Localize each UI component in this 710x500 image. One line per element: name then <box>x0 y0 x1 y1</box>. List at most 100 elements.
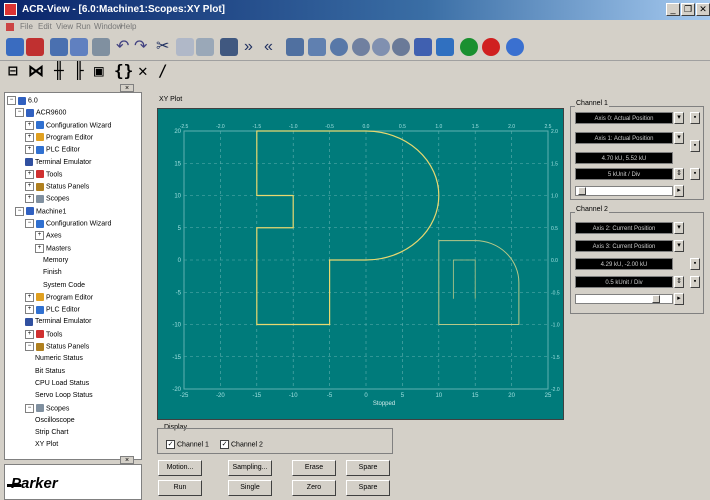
bottom-panel-close-button[interactable]: × <box>120 456 134 464</box>
expand-icon[interactable]: + <box>25 169 34 179</box>
menu-help[interactable]: Help <box>120 22 136 31</box>
channel1-x-toggle[interactable]: ▪ <box>690 112 700 124</box>
channel1-slider-thumb[interactable] <box>578 187 586 195</box>
xy-plot[interactable]: -25 -20 -15 -10 -5 0 5 10 15 20 25 -2.5 -2.0 -1.5 -1.0… <box>157 108 564 420</box>
rewind-icon[interactable]: « <box>264 38 282 56</box>
upload-icon[interactable] <box>308 38 326 56</box>
channel1-scale-toggle[interactable]: ▪ <box>690 168 700 180</box>
tree-item[interactable]: + Program Editor <box>25 292 93 303</box>
channel2-offset-slider[interactable] <box>575 294 673 304</box>
channel1-offset-slider[interactable] <box>575 186 673 196</box>
channel2-slider-right[interactable]: ▸ <box>674 293 684 305</box>
tree-item[interactable]: − 6.0 <box>7 96 38 106</box>
expand-icon[interactable]: + <box>35 231 44 241</box>
tree-item[interactable]: Finish <box>43 268 62 278</box>
forward-icon[interactable]: » <box>244 38 262 56</box>
channel1-scale-spin[interactable]: ⇕ <box>674 168 684 180</box>
tree-item[interactable]: Terminal Emulator <box>25 157 91 168</box>
mdi-icon[interactable] <box>6 23 14 31</box>
spare-button-1[interactable]: Spare <box>346 460 390 476</box>
tree-item[interactable]: + Axes <box>35 231 62 241</box>
tree-item[interactable]: Servo Loop Status <box>35 391 93 401</box>
tree-item[interactable]: XY Plot <box>35 440 58 450</box>
restore-button[interactable]: ❐ <box>681 3 695 16</box>
cross-icon[interactable]: ✕ <box>138 63 148 79</box>
expand-icon[interactable]: + <box>25 132 34 142</box>
zero-button[interactable]: Zero <box>292 480 336 496</box>
print-icon[interactable] <box>92 38 110 56</box>
braces-icon[interactable]: {} <box>114 63 133 79</box>
open-icon[interactable] <box>6 38 24 56</box>
channel1-checkbox[interactable]: ✓ Channel 1 <box>166 440 209 449</box>
tree-item[interactable]: + Status Panels <box>25 182 89 192</box>
undo-icon[interactable]: ↶ <box>116 38 134 56</box>
channel1-slider-right[interactable]: ▸ <box>674 185 684 197</box>
jog-icon[interactable] <box>220 38 238 56</box>
tree-item[interactable]: Oscilloscope <box>35 416 75 426</box>
sampling-button[interactable]: Sampling... <box>228 460 272 476</box>
program-icon[interactable] <box>330 38 348 56</box>
expand-icon[interactable]: − <box>25 342 34 351</box>
channel2-x-dropdown-button[interactable]: ▾ <box>674 222 684 234</box>
line-icon[interactable]: / <box>158 63 168 79</box>
split-icon[interactable]: ╫ <box>54 63 64 79</box>
tree-item[interactable]: Memory <box>43 256 68 266</box>
download-icon[interactable] <box>286 38 304 56</box>
save-all-icon[interactable] <box>70 38 88 56</box>
expand-icon[interactable]: + <box>35 243 44 253</box>
expand-icon[interactable]: + <box>25 305 34 315</box>
cut-icon[interactable]: ✂ <box>156 38 174 56</box>
channel2-y-toggle[interactable]: ▪ <box>690 258 700 270</box>
channel1-scale[interactable]: 5 kUnit / Div <box>575 168 673 180</box>
expand-icon[interactable]: − <box>7 96 16 105</box>
distribute-icon[interactable]: ⋈ <box>28 63 44 79</box>
tree-item[interactable]: + Configuration Wizard <box>25 120 111 131</box>
expand-icon[interactable]: − <box>15 206 24 216</box>
stop-program-icon[interactable] <box>352 38 370 56</box>
expand-icon[interactable]: + <box>25 120 34 130</box>
tree-item[interactable]: + Tools <box>25 169 62 180</box>
redo-icon[interactable]: ↷ <box>134 38 152 56</box>
channel1-x-dropdown-button[interactable]: ▾ <box>674 112 684 124</box>
tree-item[interactable]: Bit Status <box>35 367 65 377</box>
expand-icon[interactable]: − <box>25 403 34 413</box>
channel2-y-source[interactable]: Axis 3: Current Position <box>575 240 673 252</box>
kill-icon[interactable] <box>392 38 410 56</box>
tree-item[interactable]: + PLC Editor <box>25 305 80 315</box>
tree-item[interactable]: + Tools <box>25 329 62 340</box>
expand-icon[interactable]: + <box>25 292 34 302</box>
paste-icon[interactable] <box>196 38 214 56</box>
channel2-scale[interactable]: 0.5 kUnit / Div <box>575 276 673 288</box>
help-icon[interactable] <box>506 38 524 56</box>
erase-button[interactable]: Erase <box>292 460 336 476</box>
tree-item[interactable]: − Machine1 <box>15 206 66 217</box>
expand-icon[interactable]: + <box>25 182 34 192</box>
tree-item[interactable]: Strip Chart <box>35 428 68 438</box>
run-icon[interactable] <box>460 38 478 56</box>
channel1-y-source[interactable]: Axis 1: Actual Position <box>575 132 673 144</box>
channel2-x-source[interactable]: Axis 2: Current Position <box>575 222 673 234</box>
channel2-slider-thumb[interactable] <box>652 295 660 303</box>
stop-icon[interactable] <box>482 38 500 56</box>
upload-os-icon[interactable] <box>436 38 454 56</box>
spare-button-2[interactable]: Spare <box>346 480 390 496</box>
menu-view[interactable]: View <box>56 22 73 31</box>
channel2-scale-spin[interactable]: ⇕ <box>674 276 684 288</box>
menu-edit[interactable]: Edit <box>38 22 52 31</box>
download-os-icon[interactable] <box>414 38 432 56</box>
tree-item[interactable]: + PLC Editor <box>25 145 80 155</box>
menu-window[interactable]: Window <box>94 22 122 31</box>
connect-icon[interactable] <box>26 38 44 56</box>
tree-item[interactable]: − ACR9600 <box>15 108 66 118</box>
channel1-y-toggle[interactable]: ▪ <box>690 140 700 152</box>
tree-item[interactable]: Numeric Status <box>35 354 83 364</box>
tree-item[interactable]: − Status Panels <box>25 342 89 352</box>
copy-icon[interactable] <box>176 38 194 56</box>
align-icon[interactable]: ⊟ <box>8 63 18 79</box>
save-icon[interactable] <box>50 38 68 56</box>
channel2-scale-toggle[interactable]: ▪ <box>690 276 700 288</box>
menu-run[interactable]: Run <box>76 22 91 31</box>
expand-icon[interactable]: − <box>25 219 34 228</box>
expand-icon[interactable]: + <box>25 145 34 155</box>
window-icon[interactable]: ▣ <box>94 63 104 79</box>
